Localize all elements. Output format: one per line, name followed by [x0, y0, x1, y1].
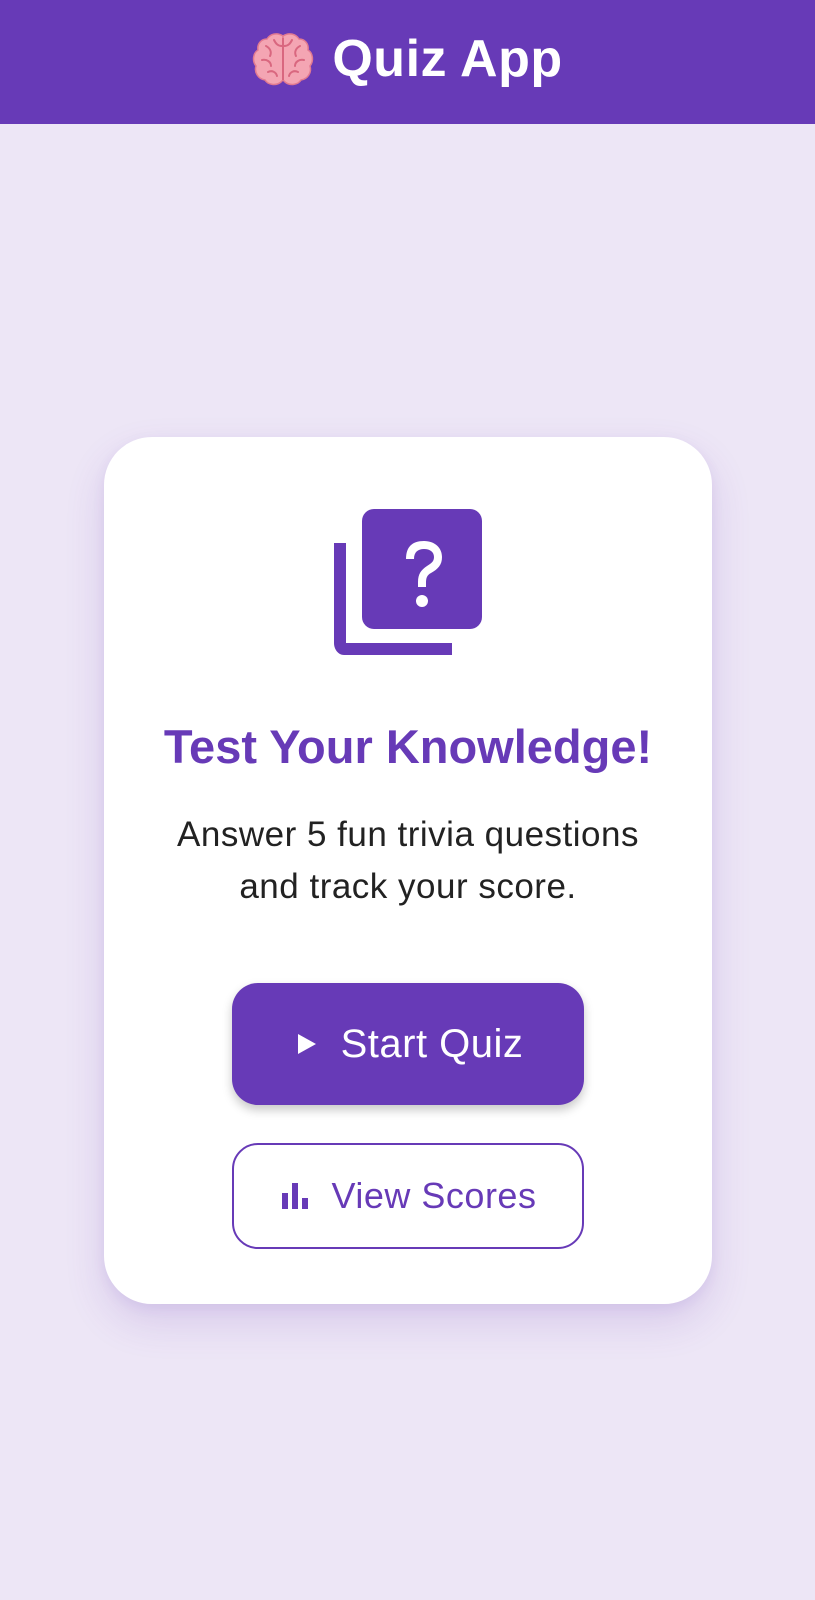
start-quiz-label: Start Quiz [340, 1021, 524, 1066]
app-title: Quiz App [332, 30, 563, 88]
play-icon [297, 1034, 316, 1054]
view-scores-button[interactable]: View Scores [232, 1143, 584, 1249]
app-bar: Quiz App [0, 0, 815, 124]
welcome-card: Test Your Knowledge! Answer 5 fun trivia… [104, 437, 712, 1304]
view-scores-label: View Scores [331, 1175, 537, 1216]
start-quiz-button[interactable]: Start Quiz [232, 983, 584, 1105]
brain-icon [253, 33, 314, 86]
bar-chart-icon [281, 1183, 308, 1209]
card-description: Answer 5 fun trivia questions and track … [177, 815, 639, 906]
quiz-icon [334, 509, 482, 655]
card-title: Test Your Knowledge! [163, 720, 653, 773]
app-bar-title-group: Quiz App [252, 29, 562, 89]
